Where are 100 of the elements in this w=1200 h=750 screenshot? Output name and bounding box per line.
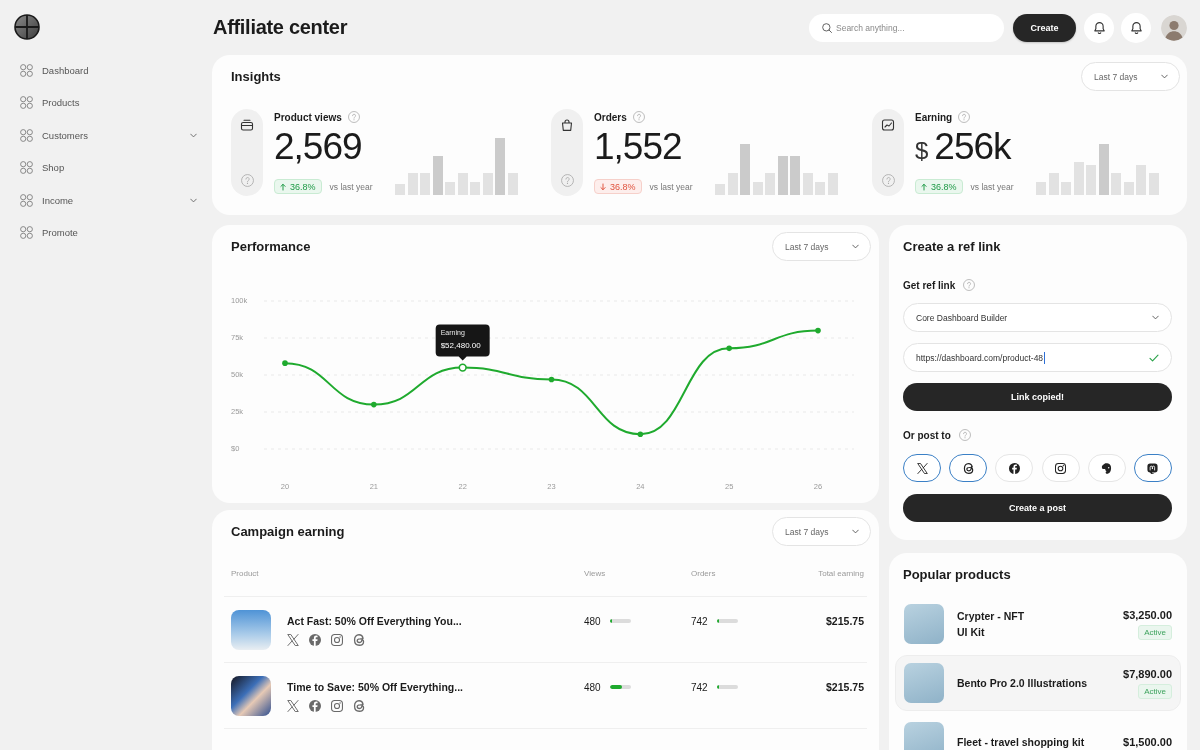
link-field[interactable]: https://dashboard.com/product-48: [903, 343, 1172, 372]
x-logo-icon: [287, 700, 299, 712]
sidebar-item[interactable]: Shop: [14, 151, 203, 184]
card-title: Create a ref link: [903, 239, 1002, 255]
grid-icon: [20, 193, 33, 207]
bar: [507, 173, 518, 195]
bar: [765, 173, 775, 195]
metric-label: Orders: [594, 111, 627, 123]
product-row[interactable]: Crypter - NFT UI Kit $3,250.00 Active: [895, 596, 1181, 652]
date-range-dropdown[interactable]: Last 7 days: [772, 517, 871, 546]
date-range-dropdown[interactable]: Last 7 days: [1081, 62, 1180, 91]
bar: [445, 182, 455, 195]
bar: [1048, 173, 1059, 195]
threads-logo-icon: [962, 462, 974, 474]
data-point: [815, 327, 821, 334]
social-network-button[interactable]: [949, 454, 988, 482]
bar: [715, 184, 725, 195]
orders-count: 742: [691, 615, 708, 627]
card-title: Popular products: [902, 566, 1012, 583]
search-field[interactable]: Search anything...: [809, 13, 1004, 42]
help-icon: [958, 429, 971, 441]
photo-placeholder: [231, 676, 271, 716]
mastodon-logo-icon: [1147, 462, 1159, 474]
grid-icon: [20, 226, 33, 240]
social-network-button[interactable]: [1133, 454, 1172, 482]
notification-button[interactable]: [1121, 12, 1151, 43]
metric-value: 2,569: [274, 127, 362, 167]
product-select[interactable]: Core Dashboard Builder: [903, 303, 1172, 332]
sidebar-item[interactable]: Income: [14, 184, 203, 217]
chart-icon: [881, 118, 895, 132]
logo-icon[interactable]: [14, 14, 40, 40]
bar: [420, 173, 430, 195]
create-post-button[interactable]: Create a post: [903, 494, 1172, 522]
currency-symbol: $: [915, 137, 929, 165]
bar: [827, 173, 838, 195]
sidebar-item[interactable]: Customers: [14, 119, 203, 152]
threads-logo-icon: [353, 700, 365, 712]
product-title: Time to Save: 50% Off Everything...: [287, 680, 464, 694]
sidebar-item[interactable]: Products: [14, 86, 203, 119]
help-icon: [963, 279, 976, 291]
data-point: [637, 431, 644, 437]
help-icon: [347, 111, 360, 123]
bar: [1123, 182, 1134, 195]
photo-placeholder: [904, 663, 944, 703]
elephant-logo-icon: [1101, 462, 1113, 474]
avatar[interactable]: [1161, 14, 1187, 41]
product-price: $7,890.00: [1123, 667, 1172, 681]
bar: [457, 173, 468, 195]
product-row[interactable]: Bento Pro 2.0 Illustrations $7,890.00 Active: [895, 655, 1181, 711]
photo-placeholder: [231, 610, 271, 650]
column-header: Views: [584, 568, 607, 580]
bell-icon: [1093, 21, 1105, 34]
copy-link-button[interactable]: Link copied!: [903, 383, 1172, 411]
comparison-text: vs last year: [329, 181, 373, 192]
chevron-down-icon: [852, 529, 859, 534]
bar: [432, 156, 443, 195]
field-label: Or post to: [903, 429, 951, 441]
bar: [495, 138, 505, 195]
create-button[interactable]: Create: [1013, 13, 1076, 42]
total-earning: $215.75: [826, 614, 864, 629]
bar: [1086, 165, 1096, 195]
date-range-dropdown[interactable]: Last 7 days: [772, 232, 871, 261]
facebook-logo-icon: [309, 634, 321, 646]
bar: [395, 184, 405, 195]
data-point: [726, 345, 732, 352]
chevron-down-icon: [852, 244, 859, 249]
photo-placeholder: [904, 604, 944, 644]
chevron-down-icon: [190, 197, 197, 203]
metric-value: 256k: [934, 127, 1011, 167]
bar: [752, 182, 763, 195]
grid-icon: [20, 63, 33, 77]
bar: [1098, 144, 1109, 195]
threads-logo-icon: [353, 634, 365, 646]
bar: [407, 173, 418, 195]
bell-icon: [1130, 21, 1142, 34]
sidebar-item[interactable]: Dashboard: [14, 54, 203, 87]
notification-button[interactable]: [1084, 12, 1114, 43]
views-count: 480: [584, 615, 601, 627]
product-row[interactable]: Fleet - travel shopping kit $1,500.00: [895, 714, 1181, 750]
search-icon: [822, 22, 832, 33]
x-logo-icon: [916, 462, 928, 474]
arrow-down-icon: [600, 182, 606, 191]
instagram-logo-icon: [331, 634, 343, 646]
grid-icon: [20, 96, 33, 110]
chevron-down-icon: [1161, 74, 1168, 79]
bar: [790, 156, 800, 195]
help-icon: [240, 174, 254, 187]
sidebar-item[interactable]: Promote: [14, 216, 203, 249]
grid-icon: [20, 161, 33, 175]
help-icon: [958, 111, 971, 123]
bar: [815, 182, 825, 195]
data-point: [282, 360, 288, 366]
instagram-logo-icon: [1055, 462, 1067, 474]
product-name: Fleet - travel shopping kit: [957, 735, 1085, 750]
metric-label: Earning: [915, 111, 953, 123]
change-badge: 36.8%: [274, 179, 322, 194]
product-name: Bento Pro 2.0 Illustrations: [957, 676, 1088, 691]
highlighted-point[interactable]: [458, 363, 467, 372]
status-badge: Active: [1138, 684, 1172, 699]
product-price: $3,250.00: [1123, 608, 1172, 622]
